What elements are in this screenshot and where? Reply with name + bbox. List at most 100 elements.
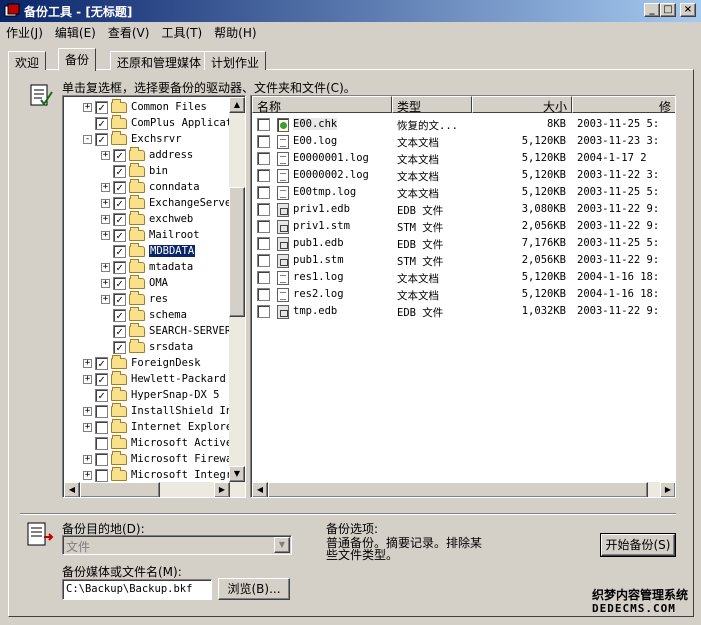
column-header-modified[interactable]: 修 (572, 96, 675, 113)
menu-tools[interactable]: 工具(T) (155, 24, 208, 41)
tree-checkbox[interactable]: ✓ (113, 180, 126, 194)
expand-icon[interactable]: + (101, 214, 110, 224)
column-header-type[interactable]: 类型 (392, 96, 472, 113)
tree-item[interactable]: + Microsoft Firewa (83, 450, 232, 467)
tree-checkbox[interactable]: ✓ (95, 356, 108, 370)
file-checkbox[interactable] (257, 118, 270, 131)
expand-icon[interactable]: + (101, 182, 110, 192)
tree-checkbox[interactable]: ✓ (113, 340, 126, 354)
tree-checkbox[interactable] (95, 436, 108, 450)
file-row[interactable]: pub1.stm STM 文件 2,056KB 2003-11-22 9: (251, 252, 675, 269)
tree-item[interactable]: + ✓ ExchangeServe (101, 194, 231, 211)
chevron-down-icon[interactable]: ▼ (274, 537, 290, 553)
tree-item[interactable]: - ✓ Exchsrvr (83, 130, 182, 147)
expand-icon[interactable]: + (83, 406, 92, 416)
tree-checkbox[interactable]: ✓ (113, 164, 126, 178)
tree-checkbox[interactable]: ✓ (95, 100, 108, 114)
file-row[interactable]: res2.log 文本文档 5,120KB 2004-1-16 18: (251, 286, 675, 303)
file-row[interactable]: tmp.edb EDB 文件 1,032KB 2003-11-22 9: (251, 303, 675, 320)
tree-checkbox[interactable]: ✓ (113, 324, 126, 338)
file-checkbox[interactable] (257, 203, 270, 216)
maximize-button[interactable]: □ (660, 3, 676, 17)
file-row[interactable]: E00.log 文本文档 5,120KB 2003-11-23 3: (251, 133, 675, 150)
tree-checkbox[interactable]: ✓ (113, 308, 126, 322)
tab-restore-media[interactable]: 还原和管理媒体 (110, 51, 209, 70)
tree-item[interactable]: ✓ SEARCH-SERVER (101, 322, 231, 339)
media-filename-input[interactable]: C:\Backup\Backup.bkf (62, 579, 212, 600)
tab-welcome[interactable]: 欢迎 (8, 51, 47, 70)
file-checkbox[interactable] (257, 186, 270, 199)
list-horizontal-scrollbar[interactable]: ◀ ▶ (252, 482, 675, 497)
tree-item[interactable]: + ✓ address (101, 146, 193, 163)
expand-icon[interactable]: + (101, 230, 110, 240)
tree-item[interactable]: Microsoft Active (83, 434, 232, 451)
expand-icon[interactable]: + (83, 454, 92, 464)
tree-item[interactable]: ✓ schema (101, 306, 187, 323)
tree-checkbox[interactable]: ✓ (113, 212, 126, 226)
file-checkbox[interactable] (257, 135, 270, 148)
tree-checkbox[interactable] (95, 468, 108, 482)
scroll-thumb[interactable] (268, 482, 648, 497)
scroll-up-button[interactable]: ▲ (229, 97, 245, 113)
tree-item[interactable]: + ✓ mtadata (101, 258, 193, 275)
expand-icon[interactable]: + (101, 294, 110, 304)
tab-schedule[interactable]: 计划作业 (204, 51, 267, 70)
tree-item[interactable]: ✓ HyperSnap-DX 5 (83, 386, 220, 403)
scroll-thumb[interactable] (229, 187, 245, 317)
tree-item[interactable]: + ✓ ForeignDesk (83, 354, 201, 371)
expand-icon[interactable]: + (83, 374, 92, 384)
expand-icon[interactable]: + (101, 198, 110, 208)
tree-checkbox[interactable]: ✓ (95, 388, 108, 402)
file-checkbox[interactable] (257, 169, 270, 182)
start-backup-button[interactable]: 开始备份(S) (600, 533, 676, 557)
folder-tree[interactable]: + ✓ Common Files ✓ ComPlus Applicat - ✓ Exchsrv… (62, 95, 246, 498)
file-row[interactable]: res1.log 文本文档 5,120KB 2004-1-16 18: (251, 269, 675, 286)
file-checkbox[interactable] (257, 152, 270, 165)
expand-icon[interactable]: + (101, 278, 110, 288)
tree-item[interactable]: ✓ srsdata (101, 338, 193, 355)
menu-view[interactable]: 查看(V) (102, 24, 156, 41)
tree-item[interactable]: + ✓ conndata (101, 178, 200, 195)
scroll-thumb[interactable] (80, 482, 160, 497)
tree-checkbox[interactable]: ✓ (113, 148, 126, 162)
tree-item[interactable]: + ✓ exchweb (101, 210, 193, 227)
tab-backup[interactable]: 备份 (58, 48, 97, 71)
tree-checkbox[interactable]: ✓ (95, 372, 108, 386)
tree-checkbox[interactable] (95, 404, 108, 418)
tree-item[interactable]: ✓ bin (101, 162, 168, 179)
expand-icon[interactable]: + (83, 422, 92, 432)
tree-item[interactable]: + ✓ OMA (101, 274, 168, 291)
tree-item[interactable]: + InstallShield In (83, 402, 232, 419)
expand-icon[interactable]: + (83, 102, 92, 112)
file-row[interactable]: priv1.edb EDB 文件 3,080KB 2003-11-22 9: (251, 201, 675, 218)
scroll-left-button[interactable]: ◀ (252, 482, 268, 497)
tree-checkbox[interactable]: ✓ (113, 292, 126, 306)
minimize-button[interactable]: _ (644, 3, 660, 17)
file-checkbox[interactable] (257, 288, 270, 301)
column-header-size[interactable]: 大小 (472, 96, 572, 113)
tree-item[interactable]: ✓ ComPlus Applicat (83, 114, 232, 131)
expand-icon[interactable]: + (83, 470, 92, 480)
tree-item[interactable]: + ✓ Common Files (83, 98, 207, 115)
tree-vertical-scrollbar[interactable]: ▲ ▼ (229, 97, 245, 482)
close-button[interactable]: × (680, 3, 696, 17)
tree-item[interactable]: + ✓ Mailroot (101, 226, 200, 243)
scroll-right-button[interactable]: ▶ (214, 482, 230, 497)
destination-select[interactable]: 文件 ▼ (62, 535, 292, 555)
file-row[interactable]: E0000002.log 文本文档 5,120KB 2003-11-22 3: (251, 167, 675, 184)
expand-icon[interactable]: + (83, 358, 92, 368)
file-checkbox[interactable] (257, 305, 270, 318)
file-row[interactable]: priv1.stm STM 文件 2,056KB 2003-11-22 9: (251, 218, 675, 235)
browse-button[interactable]: 浏览(B)... (218, 578, 290, 600)
menu-job[interactable]: 作业(J) (0, 24, 49, 41)
tree-item[interactable]: + Internet Explore (83, 418, 232, 435)
tree-horizontal-scrollbar[interactable]: ◀ ▶ (64, 482, 245, 497)
tree-checkbox[interactable] (95, 452, 108, 466)
column-header-name[interactable]: 名称 (252, 96, 392, 113)
scroll-left-button[interactable]: ◀ (64, 482, 80, 497)
tree-checkbox[interactable] (95, 420, 108, 434)
scroll-down-button[interactable]: ▼ (229, 466, 245, 482)
file-list[interactable]: 名称 类型 大小 修 E00.chk 恢复的文... 8KB 2003-11-25 5… (250, 95, 676, 498)
file-row[interactable]: pub1.edb EDB 文件 7,176KB 2003-11-25 5: (251, 235, 675, 252)
tree-item[interactable]: + Microsoft Integr (83, 466, 232, 483)
